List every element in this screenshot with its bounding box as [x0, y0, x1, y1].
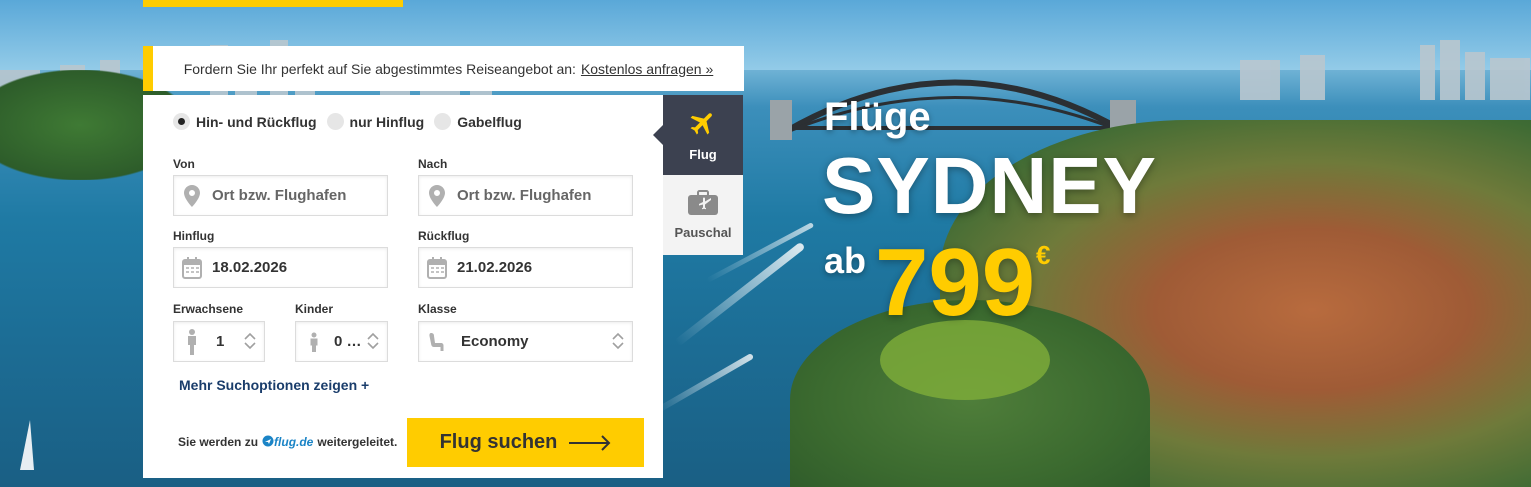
tab-package[interactable]: Pauschal [663, 175, 743, 255]
children-value: 0 … [334, 333, 362, 350]
radio-one-way[interactable]: nur Hinflug [326, 113, 425, 130]
adults-label: Erwachsene [173, 302, 244, 316]
chevron-updown-icon [244, 331, 256, 353]
tab-flight-label: Flug [689, 147, 717, 162]
return-date-input[interactable]: 21.02.2026 [418, 247, 633, 288]
banner-text: Fordern Sie Ihr perfekt auf Sie abgestim… [183, 60, 576, 77]
search-flight-button[interactable]: Flug suchen [407, 418, 644, 467]
class-value: Economy [461, 333, 529, 350]
top-accent-strip [143, 0, 403, 7]
free-request-link[interactable]: Kostenlos anfragen » [581, 61, 713, 77]
children-select[interactable]: 0 … [295, 321, 388, 362]
offer-request-banner: Fordern Sie Ihr perfekt auf Sie abgestim… [143, 46, 744, 91]
trip-type-group: Hin- und Rückflug nur Hinflug Gabelflug [173, 113, 532, 130]
calendar-icon [427, 256, 447, 279]
flight-search-form: Hin- und Rückflug nur Hinflug Gabelflug … [143, 95, 663, 478]
promo-city: SYDNEY [822, 141, 1157, 230]
from-input[interactable]: Ort bzw. Flughafen [173, 175, 388, 216]
location-pin-icon [427, 184, 447, 207]
promo-from-label: ab [824, 240, 867, 281]
to-input[interactable]: Ort bzw. Flughafen [418, 175, 633, 216]
depart-date-value: 18.02.2026 [212, 259, 288, 276]
from-label: Von [173, 157, 195, 171]
adults-value: 1 [216, 333, 225, 350]
radio-multi-city[interactable]: Gabelflug [434, 113, 522, 130]
radio-label: Hin- und Rückflug [196, 113, 317, 130]
radio-label: nur Hinflug [349, 113, 425, 130]
tab-package-label: Pauschal [674, 225, 732, 240]
child-person-icon [304, 332, 324, 352]
redirect-suffix: weitergeleitet. [317, 435, 398, 449]
radio-dot [434, 113, 452, 130]
tab-flight[interactable]: Flug [653, 95, 743, 175]
class-select[interactable]: Economy [418, 321, 633, 362]
chevron-updown-icon [612, 331, 624, 353]
promo-currency: € [1036, 240, 1051, 270]
arrow-right-icon [569, 434, 611, 451]
promo-price: 799 [875, 229, 1036, 336]
radio-dot [173, 113, 190, 130]
to-placeholder: Ort bzw. Flughafen [457, 187, 592, 204]
calendar-icon [182, 256, 202, 279]
airplane-icon [688, 108, 718, 141]
from-placeholder: Ort bzw. Flughafen [212, 187, 347, 204]
depart-date-input[interactable]: 18.02.2026 [173, 247, 388, 288]
search-button-label: Flug suchen [439, 431, 558, 453]
promo-title: Flüge [824, 95, 931, 139]
suitcase-icon [687, 190, 719, 219]
to-label: Nach [418, 157, 448, 171]
return-date-value: 21.02.2026 [457, 259, 533, 276]
radio-label: Gabelflug [457, 113, 522, 130]
seat-icon [427, 332, 447, 352]
chevron-updown-icon [367, 331, 379, 353]
radio-round-trip[interactable]: Hin- und Rückflug [173, 113, 317, 130]
location-pin-icon [182, 184, 202, 207]
flugde-logo: flug.de [262, 435, 313, 449]
radio-dot [326, 113, 344, 130]
more-search-options-link[interactable]: Mehr Suchoptionen zeigen + [179, 377, 369, 393]
redirect-note: Sie werden zu flug.de weitergeleitet. [178, 435, 397, 449]
class-label: Klasse [418, 302, 457, 316]
return-label: Rückflug [418, 229, 470, 243]
adults-select[interactable]: 1 [173, 321, 265, 362]
adult-person-icon [182, 328, 202, 355]
redirect-prefix: Sie werden zu [178, 435, 259, 449]
children-label: Kinder [295, 302, 334, 316]
depart-label: Hinflug [173, 229, 215, 243]
